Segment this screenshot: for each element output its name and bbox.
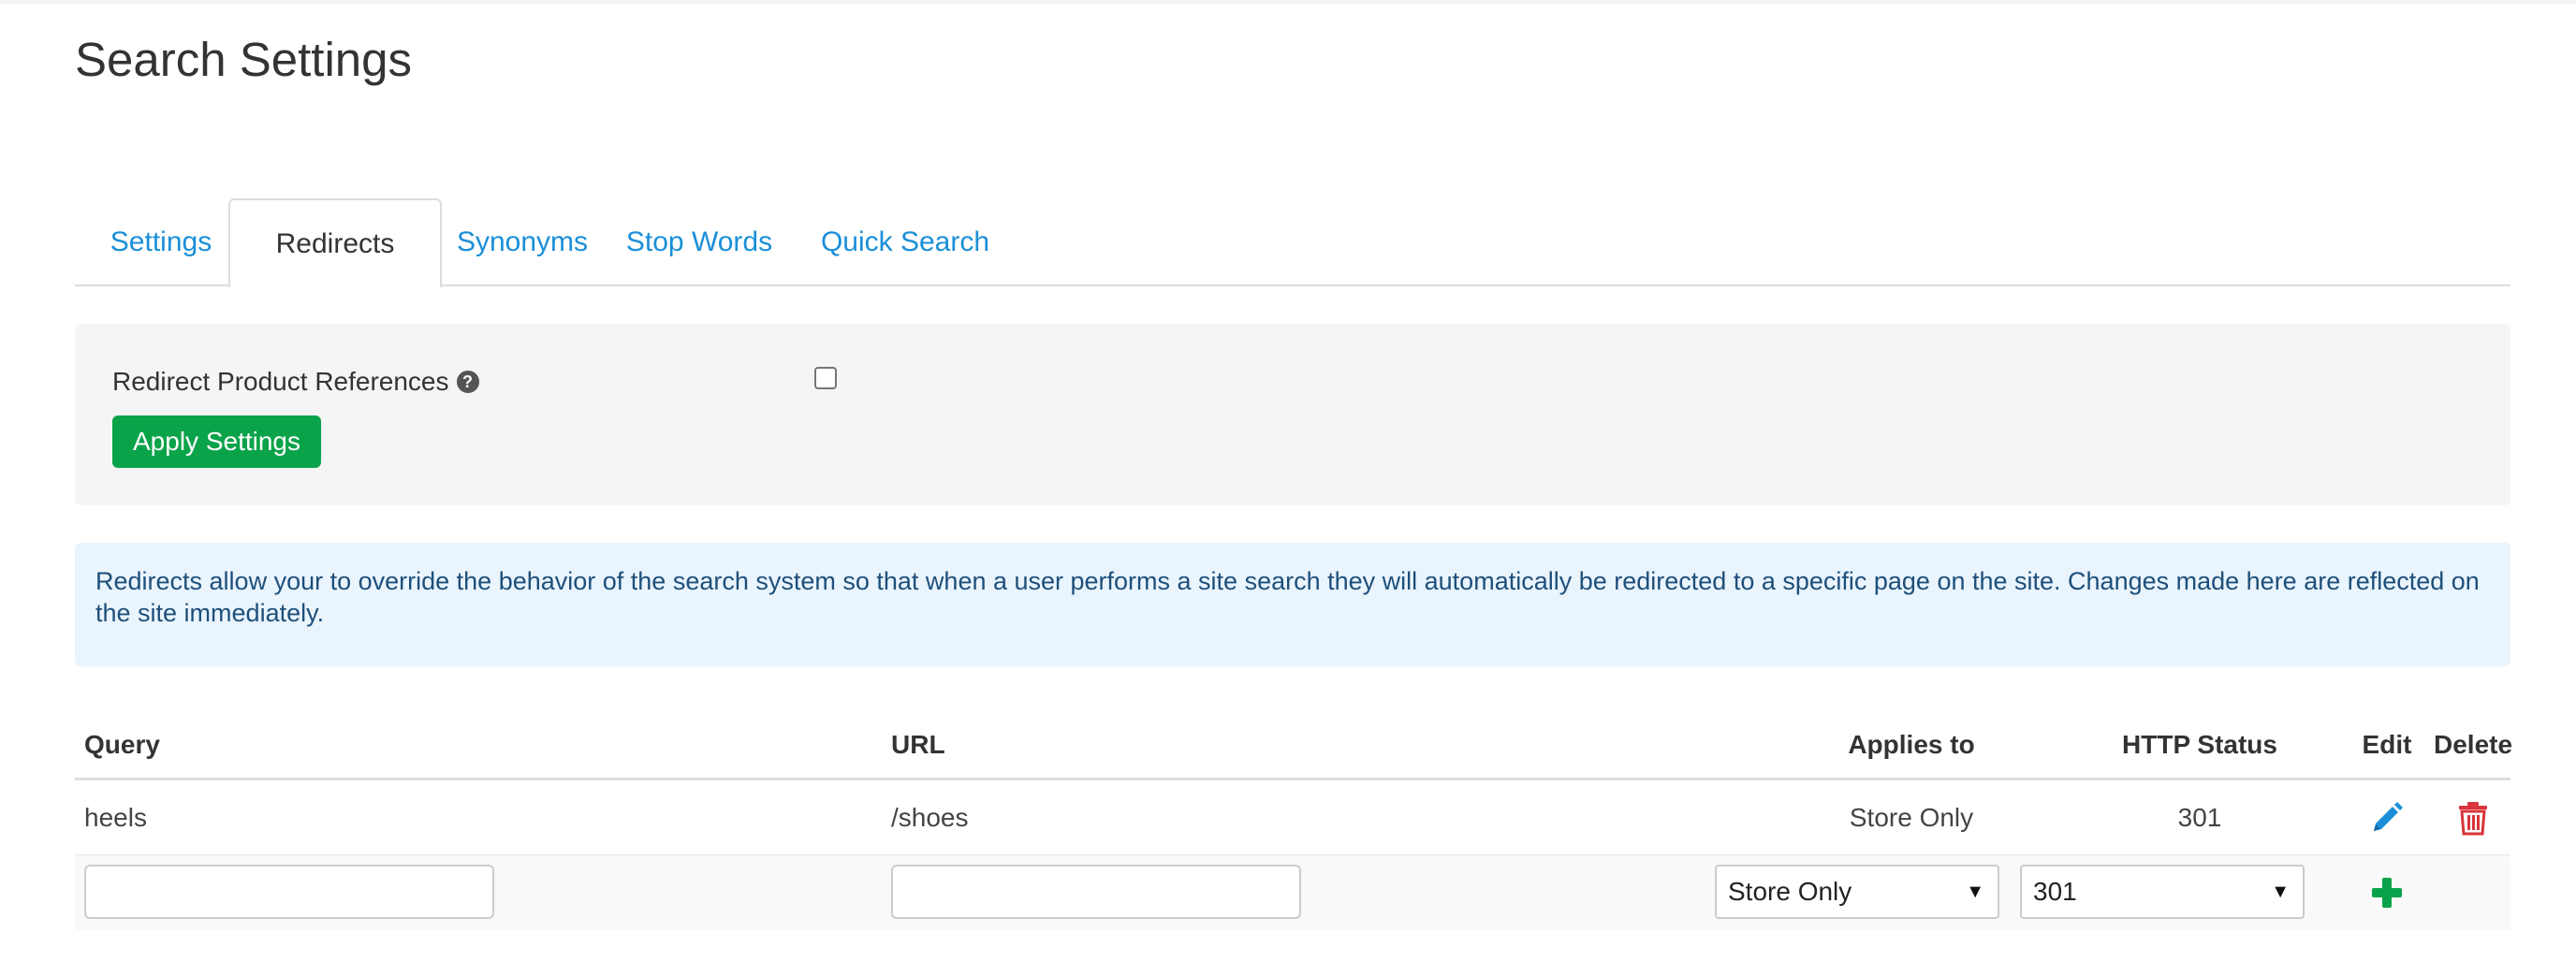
- pencil-icon[interactable]: [2368, 799, 2406, 837]
- cell-url: /shoes: [891, 803, 969, 832]
- cell-http-status: 301: [2177, 803, 2222, 832]
- applies-to-selected: Store Only: [1728, 877, 1852, 906]
- chevron-down-icon: ▼: [2271, 882, 2290, 902]
- tab-bar: Settings Redirects Synonyms Stop Words Q…: [75, 198, 2510, 288]
- tab-quick-search[interactable]: Quick Search: [796, 198, 1015, 286]
- redirect-product-references-checkbox[interactable]: [814, 367, 837, 389]
- cell-query: heels: [84, 803, 147, 832]
- info-alert: Redirects allow your to override the beh…: [75, 543, 2510, 666]
- table-header: Query URL Applies to HTTP Status Edit De…: [75, 711, 2513, 780]
- tab-stop-words[interactable]: Stop Words: [603, 198, 796, 286]
- plus-icon[interactable]: [2370, 876, 2404, 910]
- applies-to-select[interactable]: Store Only ▼: [1715, 865, 1999, 919]
- tab-synonyms[interactable]: Synonyms: [442, 198, 603, 286]
- page-title: Search Settings: [75, 33, 413, 86]
- header-url: URL: [891, 730, 945, 759]
- trash-icon[interactable]: [2454, 799, 2492, 837]
- http-status-selected: 301: [2033, 877, 2077, 906]
- header-delete: Delete: [2434, 730, 2513, 759]
- header-query: Query: [84, 730, 160, 759]
- redirect-label-text: Redirect Product References: [112, 367, 449, 396]
- info-alert-text: Redirects allow your to override the beh…: [95, 567, 2480, 627]
- cell-applies-to: Store Only: [1849, 803, 1974, 832]
- table-row: heels /shoes Store Only 301: [75, 780, 2510, 855]
- chevron-down-icon: ▼: [1966, 882, 1984, 902]
- tab-settings[interactable]: Settings: [75, 198, 247, 286]
- new-url-input[interactable]: [891, 865, 1301, 919]
- new-redirect-row: Store Only ▼ 301 ▼: [75, 855, 2510, 930]
- redirect-product-references-label: Redirect Product References ?: [112, 367, 479, 397]
- new-query-input[interactable]: [84, 865, 494, 919]
- settings-panel: Redirect Product References ? Apply Sett…: [75, 324, 2510, 505]
- apply-settings-button[interactable]: Apply Settings: [112, 415, 321, 468]
- header-applies-to: Applies to: [1848, 730, 1975, 759]
- header-edit: Edit: [2362, 730, 2412, 759]
- tab-redirects[interactable]: Redirects: [228, 198, 442, 288]
- top-border: [0, 0, 2576, 4]
- help-icon[interactable]: ?: [456, 371, 479, 393]
- http-status-select[interactable]: 301 ▼: [2020, 865, 2305, 919]
- header-http-status: HTTP Status: [2122, 730, 2277, 759]
